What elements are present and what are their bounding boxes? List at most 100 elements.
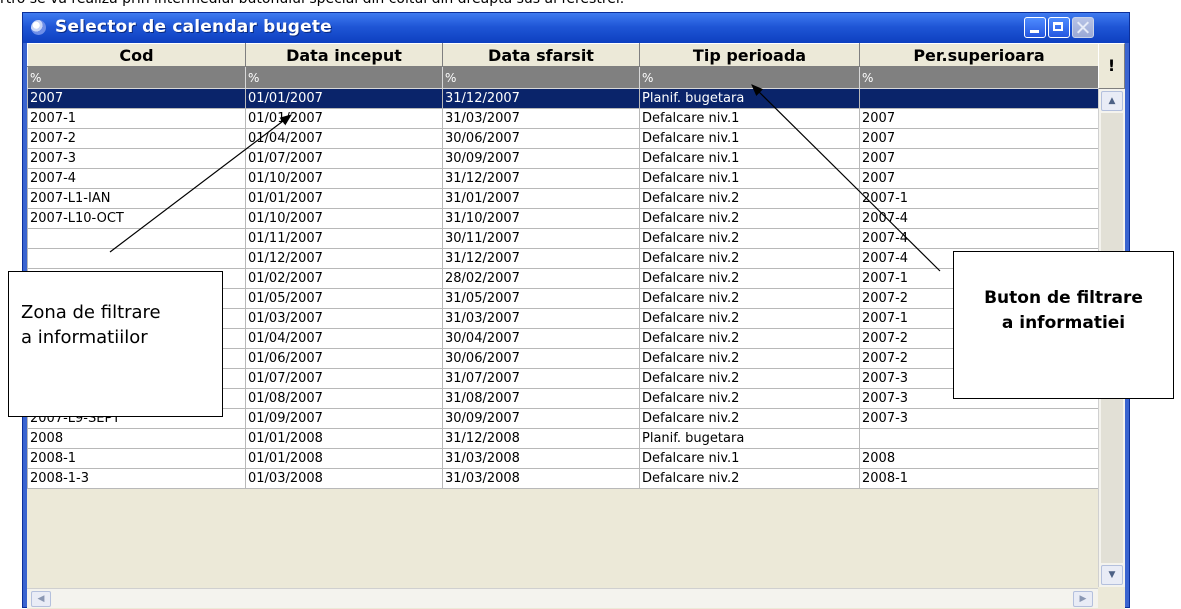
filter-input-cod[interactable]: % [27, 66, 246, 89]
cell-data-inceput[interactable]: 01/01/2008 [245, 428, 443, 449]
cell-cod[interactable]: 2008-1-3 [27, 468, 246, 489]
cell-tip-perioada[interactable]: Defalcare niv.1 [639, 148, 860, 169]
cell-per-superioara[interactable]: 2007 [859, 128, 1099, 149]
cell-data-sfarsit[interactable]: 28/02/2007 [442, 268, 640, 289]
cell-data-sfarsit[interactable]: 31/03/2007 [442, 108, 640, 129]
cell-data-inceput[interactable]: 01/01/2007 [245, 88, 443, 109]
cell-tip-perioada[interactable]: Defalcare niv.1 [639, 128, 860, 149]
cell-per-superioara[interactable] [859, 428, 1099, 449]
table-row[interactable]: 2007-1 01/01/2007 31/03/2007 Defalcare niv.… [27, 108, 1099, 129]
close-button[interactable] [1072, 17, 1094, 38]
cell-tip-perioada[interactable]: Defalcare niv.2 [639, 188, 860, 209]
cell-data-inceput[interactable]: 01/09/2007 [245, 408, 443, 429]
scroll-up-icon[interactable]: ▲ [1101, 91, 1123, 111]
cell-tip-perioada[interactable]: Defalcare niv.2 [639, 328, 860, 349]
scroll-down-icon[interactable]: ▼ [1101, 565, 1123, 585]
scroll-right-icon[interactable]: ▶ [1073, 591, 1093, 607]
table-row[interactable]: 01/12/2007 31/12/2007 Defalcare niv.2 2007-… [27, 248, 1099, 269]
cell-data-inceput[interactable]: 01/06/2007 [245, 348, 443, 369]
cell-cod[interactable]: 2007-L1-IAN [27, 188, 246, 209]
column-header-cod[interactable]: Cod [27, 43, 246, 67]
cell-data-sfarsit[interactable]: 31/03/2007 [442, 308, 640, 329]
column-header-data-sfarsit[interactable]: Data sfarsit [442, 43, 640, 67]
horizontal-scrollbar[interactable]: ◀ ▶ [27, 588, 1098, 608]
cell-tip-perioada[interactable]: Defalcare niv.2 [639, 268, 860, 289]
scroll-left-icon[interactable]: ◀ [31, 591, 51, 607]
cell-per-superioara[interactable]: 2008 [859, 448, 1099, 469]
cell-data-sfarsit[interactable]: 31/01/2007 [442, 188, 640, 209]
cell-data-inceput[interactable]: 01/07/2007 [245, 368, 443, 389]
cell-tip-perioada[interactable]: Defalcare niv.1 [639, 108, 860, 129]
cell-tip-perioada[interactable]: Defalcare niv.2 [639, 208, 860, 229]
title-bar[interactable]: Selector de calendar bugete [23, 13, 1129, 43]
cell-tip-perioada[interactable]: Defalcare niv.2 [639, 468, 860, 489]
cell-data-inceput[interactable]: 01/03/2008 [245, 468, 443, 489]
cell-data-sfarsit[interactable]: 31/03/2008 [442, 448, 640, 469]
cell-data-sfarsit[interactable]: 31/12/2008 [442, 428, 640, 449]
filter-apply-button[interactable]: ! [1098, 43, 1125, 89]
cell-data-sfarsit[interactable]: 31/12/2007 [442, 88, 640, 109]
table-row[interactable]: 2007-4 01/10/2007 31/12/2007 Defalcare niv.… [27, 168, 1099, 189]
cell-cod[interactable]: 2007-L10-OCT [27, 208, 246, 229]
table-row[interactable]: 2007-L1-IAN 01/01/2007 31/01/2007 Defalcare… [27, 188, 1099, 209]
cell-per-superioara[interactable]: 2007-3 [859, 408, 1099, 429]
cell-data-inceput[interactable]: 01/12/2007 [245, 248, 443, 269]
cell-tip-perioada[interactable]: Defalcare niv.2 [639, 368, 860, 389]
cell-data-inceput[interactable]: 01/04/2007 [245, 328, 443, 349]
cell-data-sfarsit[interactable]: 31/10/2007 [442, 208, 640, 229]
column-header-per-superioara[interactable]: Per.superioara [859, 43, 1099, 67]
cell-cod[interactable]: 2008 [27, 428, 246, 449]
filter-input-data-sfarsit[interactable]: % [442, 66, 640, 89]
cell-data-sfarsit[interactable]: 30/09/2007 [442, 408, 640, 429]
cell-data-inceput[interactable]: 01/11/2007 [245, 228, 443, 249]
table-row[interactable]: 2007-L10-OCT 01/10/2007 31/10/2007 Defalcar… [27, 208, 1099, 229]
cell-per-superioara[interactable]: 2007 [859, 168, 1099, 189]
table-row[interactable]: 2007-3 01/07/2007 30/09/2007 Defalcare niv.… [27, 148, 1099, 169]
cell-data-inceput[interactable]: 01/01/2007 [245, 108, 443, 129]
cell-data-inceput[interactable]: 01/01/2007 [245, 188, 443, 209]
cell-tip-perioada[interactable]: Planif. bugetara [639, 428, 860, 449]
cell-data-inceput[interactable]: 01/08/2007 [245, 388, 443, 409]
cell-tip-perioada[interactable]: Defalcare niv.2 [639, 288, 860, 309]
cell-data-inceput[interactable]: 01/03/2007 [245, 308, 443, 329]
cell-per-superioara[interactable]: 2007-4 [859, 208, 1099, 229]
cell-tip-perioada[interactable]: Defalcare niv.2 [639, 388, 860, 409]
table-row[interactable]: 2008 01/01/2008 31/12/2008 Planif. bugetara [27, 428, 1099, 449]
cell-data-inceput[interactable]: 01/07/2007 [245, 148, 443, 169]
cell-tip-perioada[interactable]: Defalcare niv.2 [639, 408, 860, 429]
cell-cod[interactable]: 2007 [27, 88, 246, 109]
cell-tip-perioada[interactable]: Defalcare niv.2 [639, 248, 860, 269]
minimize-button[interactable] [1024, 17, 1046, 38]
cell-data-inceput[interactable]: 01/10/2007 [245, 208, 443, 229]
cell-cod[interactable]: 2007-1 [27, 108, 246, 129]
cell-per-superioara[interactable]: 2007-4 [859, 228, 1099, 249]
cell-data-sfarsit[interactable]: 30/11/2007 [442, 228, 640, 249]
table-row[interactable]: 01/11/2007 30/11/2007 Defalcare niv.2 2007-… [27, 228, 1099, 249]
cell-tip-perioada[interactable]: Defalcare niv.1 [639, 448, 860, 469]
cell-data-inceput[interactable]: 01/05/2007 [245, 288, 443, 309]
table-row[interactable]: 2008-1 01/01/2008 31/03/2008 Defalcare niv.… [27, 448, 1099, 469]
filter-input-per-superioara[interactable]: % [859, 66, 1099, 89]
maximize-button[interactable] [1048, 17, 1070, 38]
cell-per-superioara[interactable]: 2008-1 [859, 468, 1099, 489]
cell-tip-perioada[interactable]: Defalcare niv.2 [639, 348, 860, 369]
cell-data-sfarsit[interactable]: 30/06/2007 [442, 348, 640, 369]
cell-cod[interactable]: 2007-4 [27, 168, 246, 189]
cell-tip-perioada[interactable]: Planif. bugetara [639, 88, 860, 109]
cell-per-superioara[interactable]: 2007-1 [859, 188, 1099, 209]
cell-data-sfarsit[interactable]: 31/08/2007 [442, 388, 640, 409]
table-row[interactable]: 2007 01/01/2007 31/12/2007 Planif. bugetara [27, 88, 1099, 109]
cell-data-inceput[interactable]: 01/10/2007 [245, 168, 443, 189]
filter-input-data-inceput[interactable]: % [245, 66, 443, 89]
cell-data-sfarsit[interactable]: 31/12/2007 [442, 168, 640, 189]
table-row[interactable]: 2008-1-3 01/03/2008 31/03/2008 Defalcare ni… [27, 468, 1099, 489]
filter-input-tip-perioada[interactable]: % [639, 66, 860, 89]
cell-per-superioara[interactable]: 2007 [859, 108, 1099, 129]
cell-cod[interactable] [27, 228, 246, 249]
cell-data-sfarsit[interactable]: 31/05/2007 [442, 288, 640, 309]
cell-data-sfarsit[interactable]: 30/06/2007 [442, 128, 640, 149]
cell-tip-perioada[interactable]: Defalcare niv.1 [639, 168, 860, 189]
cell-data-sfarsit[interactable]: 31/07/2007 [442, 368, 640, 389]
cell-cod[interactable]: 2007-2 [27, 128, 246, 149]
cell-data-inceput[interactable]: 01/01/2008 [245, 448, 443, 469]
